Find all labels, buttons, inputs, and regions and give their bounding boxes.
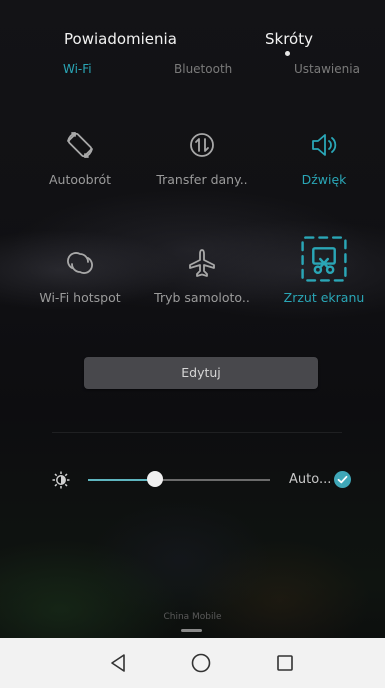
home-icon[interactable] bbox=[171, 638, 231, 688]
airplane-icon bbox=[189, 249, 215, 277]
navigation-bar bbox=[0, 638, 385, 688]
tile-screenshot[interactable]: Zrzut ekranu bbox=[260, 236, 385, 326]
hotspot-icon bbox=[67, 252, 93, 274]
edit-button[interactable]: Edytuj bbox=[84, 357, 318, 389]
tab-shortcuts[interactable]: Skróty bbox=[265, 30, 313, 48]
back-icon[interactable] bbox=[88, 638, 148, 688]
screenshot-icon bbox=[301, 236, 347, 282]
header: Powiadomienia Skróty bbox=[0, 0, 385, 62]
bluetooth-toggle-label[interactable]: Bluetooth bbox=[174, 62, 232, 76]
sound-icon bbox=[312, 134, 337, 156]
tile-label: Autoobrót bbox=[48, 172, 112, 187]
tile-auto-rotate[interactable]: Autoobrót bbox=[16, 128, 144, 208]
tile-label: Transfer dany.. bbox=[156, 172, 248, 187]
tile-data-transfer[interactable]: Transfer dany.. bbox=[138, 128, 266, 208]
tile-label: Dźwięk bbox=[301, 172, 347, 187]
wifi-toggle-label[interactable]: Wi-Fi bbox=[63, 62, 92, 76]
tile-sound[interactable]: Dźwięk bbox=[260, 128, 385, 208]
top-shortcuts-row: Wi-Fi Bluetooth Ustawienia bbox=[0, 62, 385, 82]
tile-wifi-hotspot[interactable]: Wi-Fi hotspot bbox=[16, 246, 144, 326]
tile-label: Wi-Fi hotspot bbox=[39, 290, 121, 305]
brightness-icon bbox=[52, 471, 70, 489]
tile-label: Zrzut ekranu bbox=[283, 290, 365, 305]
rotate-icon bbox=[67, 132, 93, 158]
blurred-background bbox=[0, 0, 385, 688]
active-tab-indicator bbox=[285, 51, 290, 56]
check-icon bbox=[337, 475, 348, 484]
tile-airplane-mode[interactable]: Tryb samoloto.. bbox=[138, 246, 266, 326]
drag-handle[interactable] bbox=[181, 629, 202, 632]
brightness-slider[interactable] bbox=[88, 471, 270, 487]
auto-brightness-checkbox[interactable] bbox=[334, 471, 351, 488]
tab-notifications[interactable]: Powiadomienia bbox=[64, 30, 177, 48]
data-transfer-icon bbox=[190, 133, 214, 157]
auto-brightness-label: Auto... bbox=[289, 472, 332, 487]
tile-label: Tryb samoloto.. bbox=[154, 290, 250, 305]
divider bbox=[52, 432, 342, 433]
carrier-name: China Mobile bbox=[163, 612, 222, 622]
settings-shortcut-label[interactable]: Ustawienia bbox=[294, 62, 360, 76]
recents-icon[interactable] bbox=[255, 638, 315, 688]
brightness-slider-fill bbox=[88, 479, 156, 481]
